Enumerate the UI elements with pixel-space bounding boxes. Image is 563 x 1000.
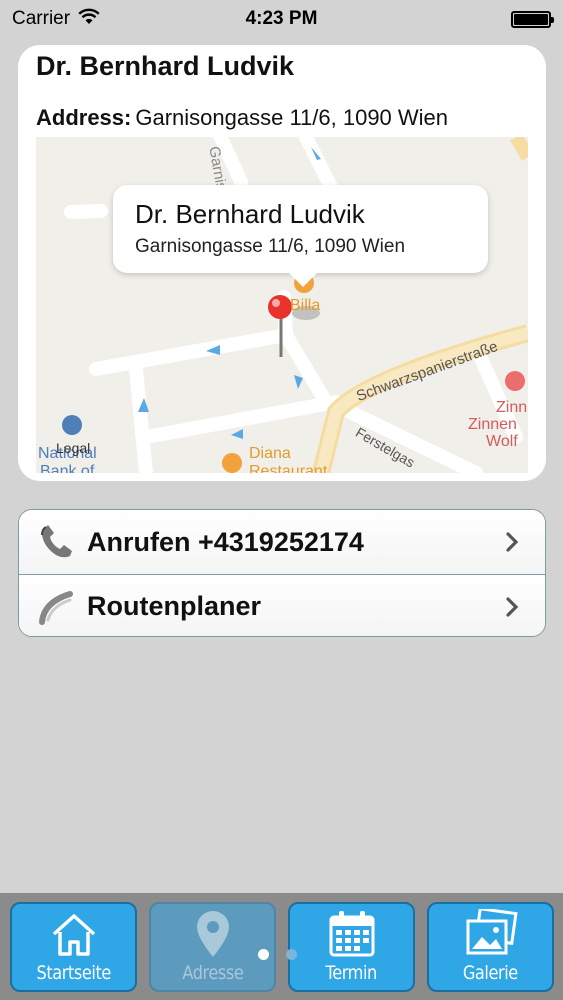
- callout-title: Dr. Bernhard Ludvik: [135, 199, 365, 229]
- tab-termin[interactable]: Termin: [288, 902, 415, 992]
- tab-startseite[interactable]: Startseite: [10, 902, 137, 992]
- page-indicator: [258, 949, 297, 960]
- home-icon: [46, 908, 102, 960]
- route-label: Routenplaner: [87, 591, 262, 621]
- map-label-billa: Billa: [290, 297, 321, 314]
- battery-icon: [511, 10, 554, 28]
- tab-label-adresse: Adresse: [181, 962, 244, 984]
- address-value: Garnisongasse 11/6, 1090 Wien: [135, 105, 449, 130]
- calendar-icon: [324, 908, 380, 960]
- call-row[interactable]: Anrufen +4319252174: [19, 510, 545, 574]
- tab-adresse[interactable]: Adresse: [149, 902, 276, 992]
- carrier-label: Carrier: [12, 8, 71, 29]
- map-label-zinnen-1: Zinn: [496, 399, 528, 416]
- chevron-right-icon: [506, 597, 519, 617]
- map-label-bank: Bank of: [40, 463, 95, 473]
- page-dot-active: [258, 949, 269, 960]
- phone-icon: [37, 522, 77, 562]
- tab-bar: Startseite Adresse Termin Galerie: [0, 893, 563, 1000]
- route-row[interactable]: Routenplaner: [19, 574, 545, 636]
- map-label-zinnen-2: Zinnen: [468, 416, 517, 433]
- tab-label-galerie: Galerie: [463, 962, 518, 984]
- address-line: Address: Garnisongasse 11/6, 1090 Wien: [36, 105, 448, 131]
- map-pin-head: [268, 295, 292, 319]
- map-legal-link[interactable]: Legal: [56, 440, 90, 456]
- route-icon: [37, 587, 77, 627]
- map-label-zinnen-3: Wolf: [486, 433, 518, 450]
- callout-subtitle: Garnisongasse 11/6, 1090 Wien: [135, 236, 406, 257]
- tab-label-termin: Termin: [325, 962, 378, 984]
- map-label-diana-restaurant: Restaurant: [249, 463, 328, 473]
- doctor-card: Dr. Bernhard Ludvik Address: Garnisongass…: [18, 45, 546, 481]
- status-bar: Carrier 4:23 PM: [0, 0, 563, 38]
- map-callout[interactable]: Dr. Bernhard Ludvik Garnisongasse 11/6, …: [113, 185, 488, 287]
- page-dot: [286, 949, 297, 960]
- wifi-icon: [78, 8, 100, 31]
- chevron-right-icon: [506, 532, 519, 552]
- gallery-icon: [463, 908, 519, 960]
- address-label: Address:: [36, 105, 132, 130]
- doctor-name: Dr. Bernhard Ludvik: [36, 51, 295, 81]
- map-label-diana: Diana: [249, 445, 291, 462]
- action-list: Anrufen +4319252174 Routenplaner: [18, 509, 546, 637]
- call-label: Anrufen +4319252174: [87, 526, 364, 557]
- tab-label-startseite: Startseite: [36, 962, 111, 984]
- map-view[interactable]: Garnisg Billa Schwarzspanierstraße Ferst…: [36, 137, 528, 473]
- tab-galerie[interactable]: Galerie: [427, 902, 554, 992]
- map-pin-icon: [185, 908, 241, 960]
